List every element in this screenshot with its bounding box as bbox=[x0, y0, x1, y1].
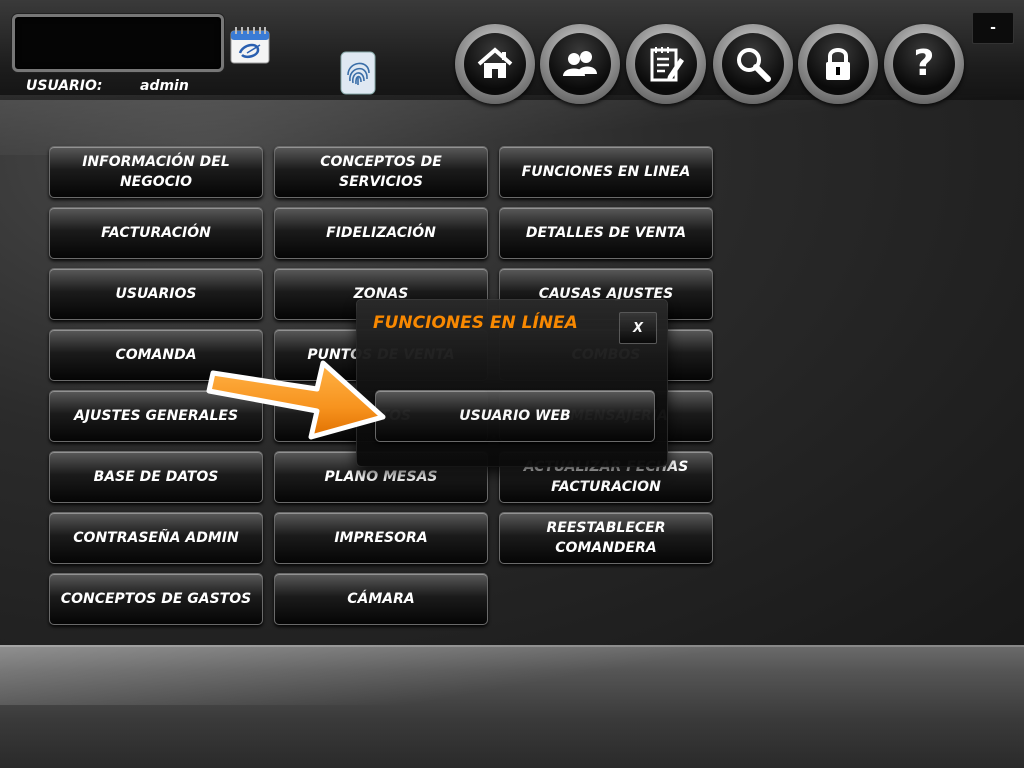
home-icon bbox=[477, 47, 513, 78]
dialog-close-button[interactable]: X bbox=[619, 312, 657, 344]
impresora-button[interactable]: IMPRESORA bbox=[274, 512, 488, 564]
conceptos-gastos-button[interactable]: CONCEPTOS DE GASTOS bbox=[49, 573, 263, 625]
fingerprint-icon[interactable] bbox=[340, 51, 376, 95]
facturacion-button[interactable]: FACTURACIÓN bbox=[49, 207, 263, 259]
user-label: USUARIO: bbox=[26, 78, 103, 94]
search-icon bbox=[737, 48, 771, 82]
help-button[interactable]: ? bbox=[884, 24, 964, 104]
minimize-button[interactable]: - bbox=[972, 12, 1014, 44]
lock-button[interactable] bbox=[798, 24, 878, 104]
user-value: admin bbox=[140, 78, 189, 94]
reestablecer-comandera-button[interactable]: REESTABLECER COMANDERA bbox=[499, 512, 713, 564]
help-icon: ? bbox=[913, 43, 935, 84]
usuarios-button[interactable]: USUARIOS bbox=[49, 268, 263, 320]
dialog-title: FUNCIONES EN LÍNEA bbox=[373, 313, 578, 333]
detalles-venta-button[interactable]: DETALLES DE VENTA bbox=[499, 207, 713, 259]
conceptos-servicios-button[interactable]: CONCEPTOS DE SERVICIOS bbox=[274, 146, 488, 198]
camara-button[interactable]: CÁMARA bbox=[274, 573, 488, 625]
arrow-icon bbox=[206, 360, 386, 440]
fidelizacion-button[interactable]: FIDELIZACIÓN bbox=[274, 207, 488, 259]
informacion-negocio-label-2: NEGOCIO bbox=[119, 174, 193, 190]
informacion-negocio-button[interactable]: INFORMACIÓN DEL NEGOCIO bbox=[49, 146, 263, 198]
display-box bbox=[12, 14, 224, 72]
funciones-linea-dialog: FUNCIONES EN LÍNEA X USUARIO WEB bbox=[357, 300, 667, 466]
usuario-web-button[interactable]: USUARIO WEB bbox=[375, 390, 655, 442]
actualizar-fechas-label-2: FACTURACION bbox=[551, 479, 661, 495]
informacion-negocio-label-1: INFORMACIÓN DEL bbox=[82, 154, 230, 170]
contrasena-admin-button[interactable]: CONTRASEÑA ADMIN bbox=[49, 512, 263, 564]
lock-icon bbox=[826, 48, 850, 80]
calendar-icon[interactable] bbox=[230, 26, 270, 64]
funciones-linea-button[interactable]: FUNCIONES EN LINEA bbox=[499, 146, 713, 198]
users-button[interactable] bbox=[540, 24, 620, 104]
base-datos-button[interactable]: BASE DE DATOS bbox=[49, 451, 263, 503]
notes-button[interactable] bbox=[626, 24, 706, 104]
home-button[interactable] bbox=[455, 24, 535, 104]
users-icon bbox=[563, 51, 597, 76]
notepad-icon bbox=[650, 47, 684, 82]
search-button[interactable] bbox=[713, 24, 793, 104]
footer-shine bbox=[0, 645, 1024, 705]
